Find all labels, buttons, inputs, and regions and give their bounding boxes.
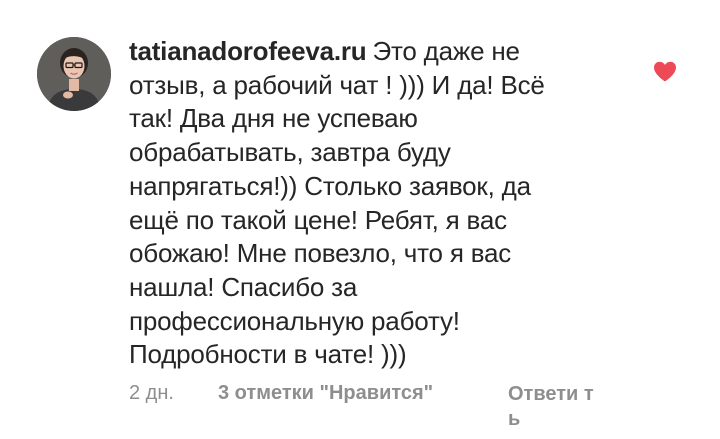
comment: tatianadorofeeva.ru Это даже не отзыв, а …	[0, 0, 720, 439]
avatar-image	[37, 37, 111, 111]
heart-icon[interactable]	[653, 61, 677, 82]
reply-button[interactable]: Ответи ть	[508, 382, 598, 432]
avatar[interactable]	[37, 37, 111, 111]
comment-timestamp: 2 дн.	[129, 382, 174, 404]
comment-username[interactable]: tatianadorofeeva.ru	[129, 36, 367, 66]
likes-count-button[interactable]: 3 отметки "Нравится"	[218, 382, 433, 405]
comment-meta: 2 дн. 3 отметки "Нравится" Ответи ть	[0, 382, 720, 432]
heart-icon-graphic	[654, 61, 676, 82]
comment-body: tatianadorofeeva.ru Это даже не отзыв, а …	[129, 35, 549, 372]
comment-text: Это даже не отзыв, а рабочий чат ! ))) И…	[129, 36, 545, 370]
